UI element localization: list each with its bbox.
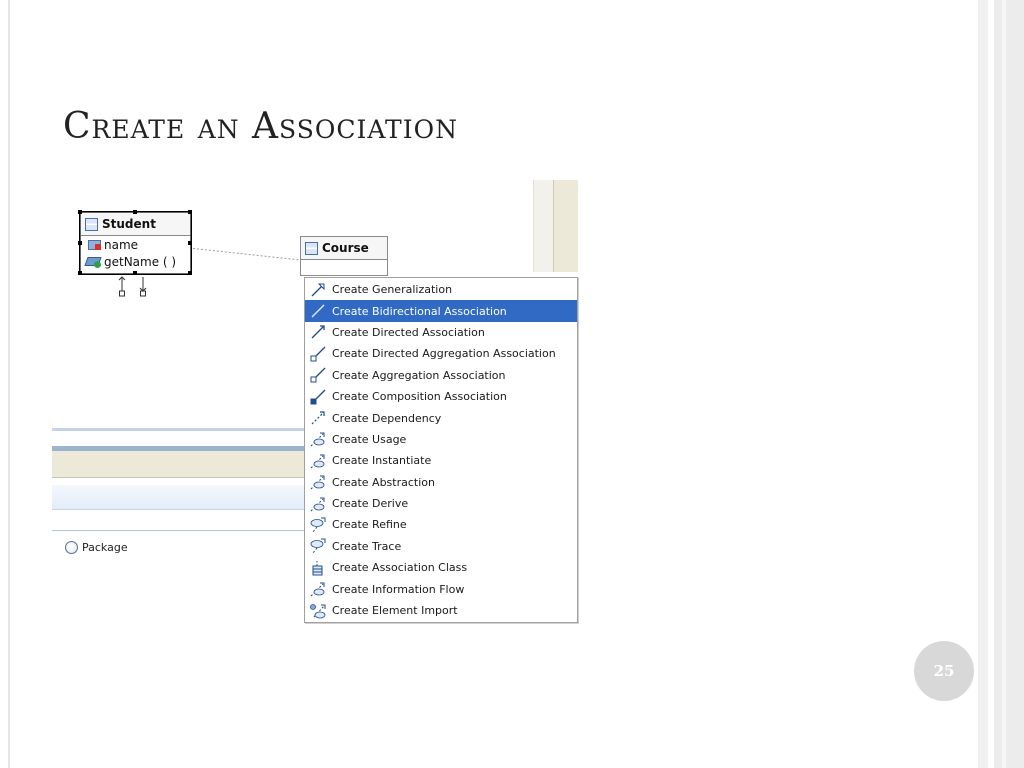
selection-handle[interactable] xyxy=(78,241,82,245)
menu-item-create-bidirectional-association[interactable]: Create Bidirectional Association xyxy=(305,300,577,322)
directed-association-icon xyxy=(309,324,327,340)
menu-item-create-derive[interactable]: Create Derive xyxy=(305,493,577,514)
information-flow-icon xyxy=(309,581,327,597)
menu-item-create-aggregation-association[interactable]: Create Aggregation Association xyxy=(305,365,577,386)
selection-handle[interactable] xyxy=(188,271,192,275)
directed-aggregation-icon xyxy=(309,346,327,362)
menu-item-create-element-import[interactable]: Create Element Import xyxy=(305,600,577,621)
public-operation-icon xyxy=(85,256,101,268)
menu-item-create-information-flow[interactable]: Create Information Flow xyxy=(305,578,577,599)
instantiate-icon xyxy=(309,453,327,469)
dependency-icon xyxy=(309,410,327,426)
student-attribute-name: name xyxy=(104,237,139,252)
student-class-name: Student xyxy=(102,217,156,231)
selection-handle[interactable] xyxy=(133,210,137,214)
bidirectional-association-icon xyxy=(309,303,327,319)
connection-anchor-icon[interactable] xyxy=(116,275,152,297)
aggregation-icon xyxy=(309,367,327,383)
element-import-icon xyxy=(309,603,327,619)
student-attribute-row[interactable]: name xyxy=(81,236,190,253)
association-class-icon xyxy=(309,560,327,576)
student-class-box[interactable]: Student name getName ( ) xyxy=(79,211,192,275)
student-operation-name: getName ( ) xyxy=(104,254,177,269)
course-class-name: Course xyxy=(322,241,369,255)
page-number-badge: 25 xyxy=(914,641,974,701)
menu-item-create-directed-association[interactable]: Create Directed Association xyxy=(305,322,577,343)
create-relationship-menu: Create Generalization Create Bidirection… xyxy=(304,277,578,623)
class-icon xyxy=(305,241,318,255)
menu-item-create-trace[interactable]: Create Trace xyxy=(305,536,577,557)
class-icon xyxy=(85,217,98,231)
selection-handle[interactable] xyxy=(78,271,82,275)
trace-icon xyxy=(309,538,327,554)
menu-item-create-usage[interactable]: Create Usage xyxy=(305,429,577,450)
generalization-icon xyxy=(309,282,327,298)
menu-item-create-association-class[interactable]: Create Association Class xyxy=(305,557,577,578)
abstraction-icon xyxy=(309,474,327,490)
menu-item-create-directed-aggregation-association[interactable]: Create Directed Aggregation Association xyxy=(305,343,577,364)
menu-item-create-abstraction[interactable]: Create Abstraction xyxy=(305,472,577,493)
menu-item-create-dependency[interactable]: Create Dependency xyxy=(305,407,577,428)
course-class-box[interactable]: Course xyxy=(300,236,388,276)
private-attribute-icon xyxy=(85,239,101,250)
menu-item-create-refine[interactable]: Create Refine xyxy=(305,514,577,535)
refine-icon xyxy=(309,517,327,533)
menu-item-create-instantiate[interactable]: Create Instantiate xyxy=(305,450,577,471)
screenshot: Package Student name getName ( ) Course … xyxy=(0,0,1024,768)
selection-handle[interactable] xyxy=(188,210,192,214)
composition-icon xyxy=(309,389,327,405)
student-class-header[interactable]: Student xyxy=(81,213,190,236)
selection-handle[interactable] xyxy=(78,210,82,214)
derive-icon xyxy=(309,496,327,512)
selection-handle[interactable] xyxy=(188,241,192,245)
menu-item-create-generalization[interactable]: Create Generalization xyxy=(305,279,577,300)
student-operation-row[interactable]: getName ( ) xyxy=(81,253,190,270)
usage-icon xyxy=(309,431,327,447)
course-class-header[interactable]: Course xyxy=(301,237,387,260)
menu-item-create-composition-association[interactable]: Create Composition Association xyxy=(305,386,577,407)
